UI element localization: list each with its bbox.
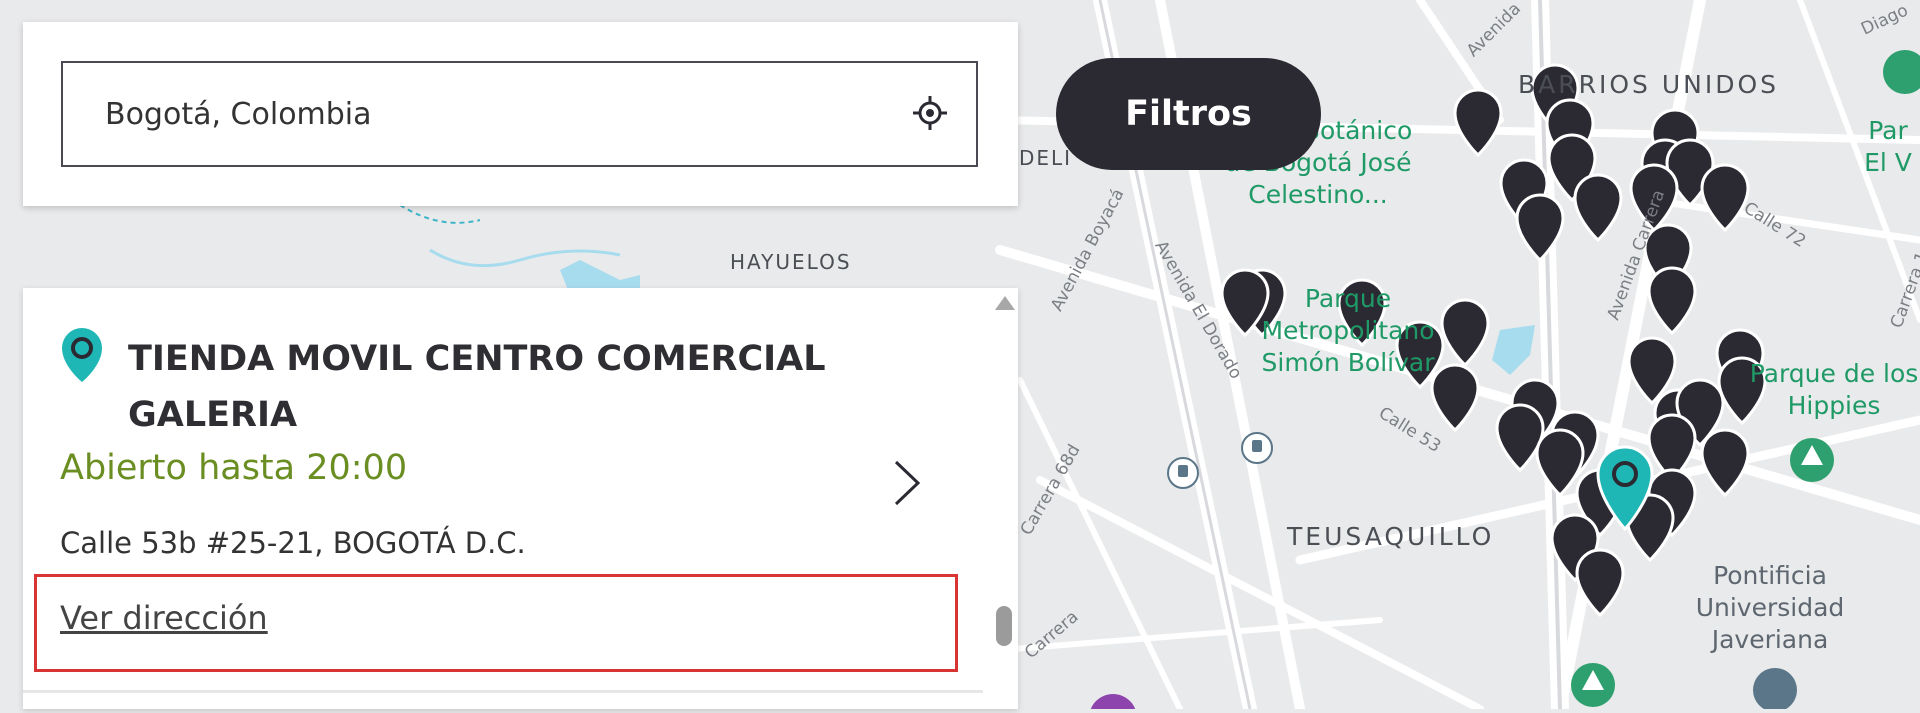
map-park-label: Parque de los Hippies	[1749, 359, 1919, 420]
map-district-label: TEUSAQUILLO	[1287, 522, 1495, 551]
map-district-label: HAYUELOS	[730, 250, 852, 274]
store-name: TIENDA MOVIL CENTRO COMERCIAL GALERIA	[128, 339, 826, 435]
store-address: Calle 53b #25-21, BOGOTÁ D.C.	[60, 526, 526, 560]
scroll-up-icon[interactable]	[995, 296, 1015, 310]
results-scrollbar[interactable]	[990, 288, 1018, 709]
list-divider	[23, 690, 983, 693]
search-input[interactable]	[103, 95, 887, 133]
transit-icon	[1167, 457, 1199, 489]
filters-button[interactable]: Filtros	[1056, 58, 1321, 170]
chevron-right-icon[interactable]	[890, 456, 924, 510]
map-poi-label: Pontificia Universidad Javeriana	[1695, 561, 1845, 654]
transit-icon	[1241, 432, 1273, 464]
results-panel: TIENDA MOVIL CENTRO COMERCIAL GALERIA Ab…	[23, 288, 1018, 709]
map-district-label: DELI	[1019, 146, 1073, 170]
park-icon	[1790, 438, 1834, 482]
park-icon	[1571, 663, 1615, 707]
map-park-label: Parque Metropolitano Simón Bolívar	[1261, 284, 1435, 377]
search-box[interactable]	[61, 61, 978, 167]
store-pin-icon	[62, 328, 102, 382]
locate-icon[interactable]	[910, 93, 950, 133]
search-card	[23, 22, 1018, 206]
map-park-label: Par El V	[1864, 116, 1912, 177]
scroll-thumb[interactable]	[996, 606, 1012, 646]
selection-highlight	[34, 574, 958, 672]
map-district-label: BARRIOS UNIDOS	[1518, 70, 1780, 99]
open-status: Abierto hasta 20:00	[60, 448, 408, 488]
